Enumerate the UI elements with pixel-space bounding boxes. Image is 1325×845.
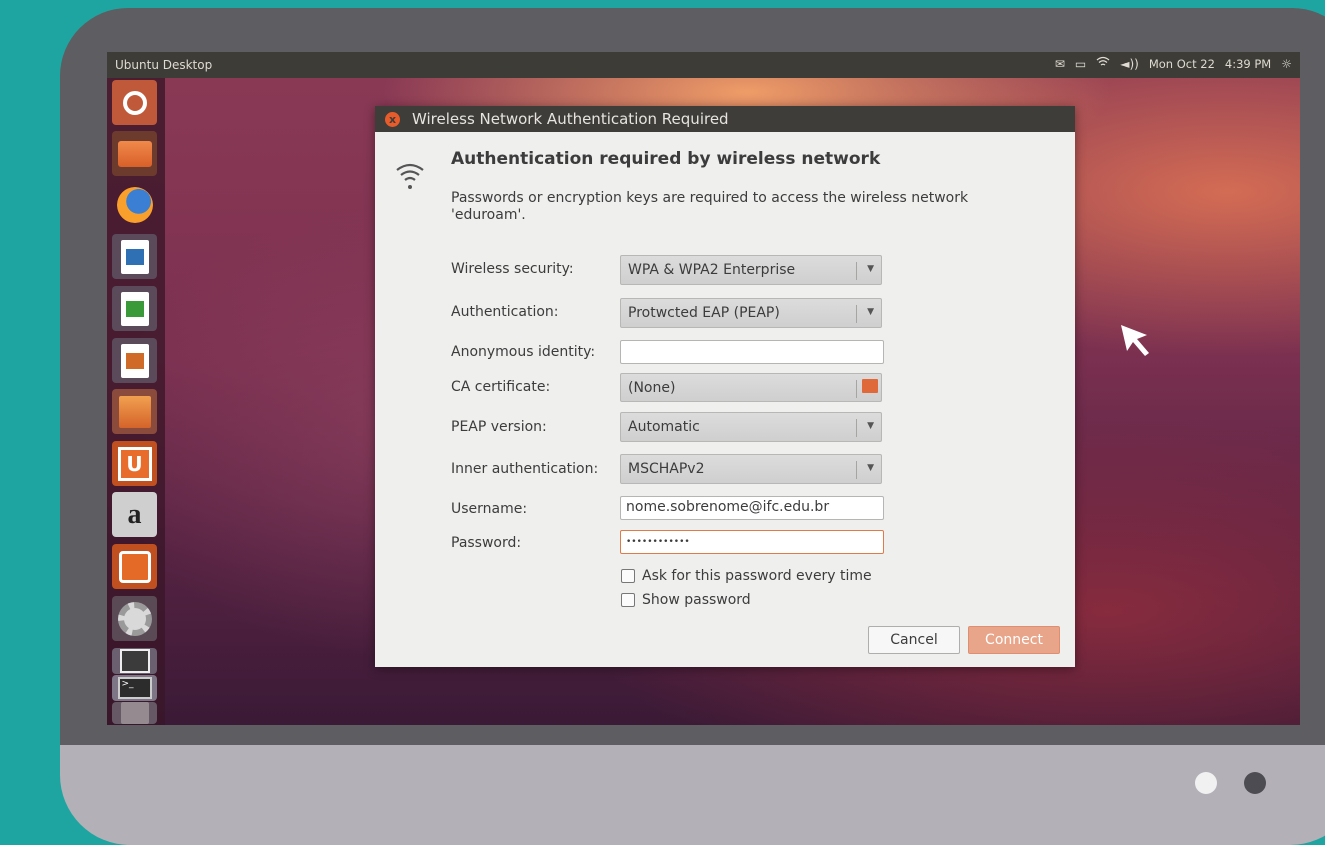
- battery-icon[interactable]: ▭: [1075, 57, 1086, 71]
- software-center-launcher[interactable]: [112, 389, 157, 434]
- mouse-cursor-icon: [1121, 325, 1149, 356]
- dialog-title: Wireless Network Authentication Required: [412, 110, 729, 128]
- writer-launcher[interactable]: [112, 234, 157, 279]
- inner-auth-label: Inner authentication:: [451, 461, 599, 477]
- volume-icon[interactable]: ◄)): [1120, 57, 1139, 71]
- checkbox-box[interactable]: [621, 569, 635, 583]
- workspace-switcher-launcher[interactable]: [112, 648, 157, 674]
- ubuntu-logo-icon: [122, 90, 147, 115]
- checkbox-box[interactable]: [621, 593, 635, 607]
- auth-dialog: x Wireless Network Authentication Requir…: [375, 106, 1075, 667]
- amazon-launcher[interactable]: a: [112, 492, 157, 537]
- impress-launcher[interactable]: [112, 338, 157, 383]
- close-icon[interactable]: x: [385, 112, 400, 127]
- username-label: Username:: [451, 501, 528, 517]
- wireless-security-label: Wireless security:: [451, 261, 574, 277]
- desktop-screen: Ubuntu Desktop ✉ ▭ ◄)) Mon Oct 22 4:39 P…: [107, 52, 1300, 725]
- username-input[interactable]: nome.sobrenome@ifc.edu.br: [620, 496, 884, 520]
- trash-icon: [120, 702, 149, 724]
- ask-password-checkbox[interactable]: Ask for this password every time: [621, 568, 872, 584]
- dialog-titlebar[interactable]: x Wireless Network Authentication Requir…: [375, 106, 1075, 132]
- ca-certificate-label: CA certificate:: [451, 379, 551, 395]
- connect-button[interactable]: Connect: [968, 626, 1060, 654]
- laptop-led-light: [1195, 772, 1217, 794]
- gear-icon[interactable]: ☼: [1281, 57, 1292, 71]
- files-launcher[interactable]: [112, 131, 157, 176]
- firefox-icon: [116, 186, 153, 223]
- dialog-description: Passwords or encryption keys are require…: [451, 190, 969, 223]
- peap-version-value: Automatic: [628, 419, 700, 435]
- file-chooser-icon: [862, 379, 878, 393]
- indicator-area: ✉ ▭ ◄)) Mon Oct 22 4:39 PM ☼: [1055, 56, 1292, 71]
- clock-time[interactable]: 4:39 PM: [1225, 57, 1271, 71]
- ask-password-label: Ask for this password every time: [642, 568, 872, 584]
- impress-icon: [120, 343, 149, 378]
- authentication-value: Protwcted EAP (PEAP): [628, 305, 780, 321]
- dropdown-arrow-icon: ▼: [867, 264, 874, 274]
- show-password-checkbox[interactable]: Show password: [621, 592, 751, 608]
- peap-version-label: PEAP version:: [451, 419, 547, 435]
- authentication-label: Authentication:: [451, 304, 559, 320]
- settings-gear-icon: [117, 601, 152, 636]
- inner-auth-select[interactable]: MSCHAPv2 ▼: [620, 454, 882, 484]
- calc-icon: [120, 291, 149, 326]
- peap-version-select[interactable]: Automatic ▼: [620, 412, 882, 442]
- dialog-heading: Authentication required by wireless netw…: [451, 149, 881, 169]
- anonymous-identity-input[interactable]: [620, 340, 884, 364]
- laptop-bezel: [60, 745, 1325, 845]
- writer-icon: [120, 239, 149, 274]
- ca-certificate-chooser[interactable]: (None): [620, 373, 882, 402]
- dropdown-arrow-icon: ▼: [867, 463, 874, 473]
- terminal-launcher[interactable]: >_: [112, 675, 157, 701]
- wifi-icon[interactable]: [1096, 56, 1110, 71]
- ubuntu-one-icon: U: [117, 446, 152, 481]
- wireless-icon: [396, 163, 424, 189]
- ca-certificate-value: (None): [628, 380, 676, 396]
- dropdown-arrow-icon: ▼: [867, 421, 874, 431]
- music-launcher[interactable]: [112, 544, 157, 589]
- terminal-icon: >_: [117, 677, 152, 699]
- mail-icon[interactable]: ✉: [1055, 57, 1065, 71]
- dropdown-arrow-icon: ▼: [867, 307, 874, 317]
- wireless-security-value: WPA & WPA2 Enterprise: [628, 262, 796, 278]
- headphones-icon: [118, 550, 151, 583]
- folder-icon: [117, 140, 152, 167]
- show-password-label: Show password: [642, 592, 751, 608]
- laptop-led-dark: [1244, 772, 1266, 794]
- clock-date[interactable]: Mon Oct 22: [1149, 57, 1215, 71]
- ubuntu-one-launcher[interactable]: U: [112, 441, 157, 486]
- cancel-button[interactable]: Cancel: [868, 626, 960, 654]
- desktop-title: Ubuntu Desktop: [115, 58, 213, 72]
- trash-launcher[interactable]: [112, 702, 157, 724]
- launcher: U a >_: [107, 78, 165, 725]
- calc-launcher[interactable]: [112, 286, 157, 331]
- inner-auth-value: MSCHAPv2: [628, 461, 705, 477]
- dash-home-button[interactable]: [112, 80, 157, 125]
- firefox-launcher[interactable]: [112, 182, 157, 227]
- top-panel: Ubuntu Desktop ✉ ▭ ◄)) Mon Oct 22 4:39 P…: [107, 52, 1300, 78]
- amazon-icon: a: [127, 498, 142, 530]
- shopping-bag-icon: [118, 395, 151, 428]
- password-input[interactable]: ••••••••••••: [620, 530, 884, 554]
- workspace-icon: [119, 649, 150, 673]
- password-label: Password:: [451, 535, 522, 551]
- anonymous-identity-label: Anonymous identity:: [451, 344, 596, 360]
- authentication-select[interactable]: Protwcted EAP (PEAP) ▼: [620, 298, 882, 328]
- system-settings-launcher[interactable]: [112, 596, 157, 641]
- wireless-security-select[interactable]: WPA & WPA2 Enterprise ▼: [620, 255, 882, 285]
